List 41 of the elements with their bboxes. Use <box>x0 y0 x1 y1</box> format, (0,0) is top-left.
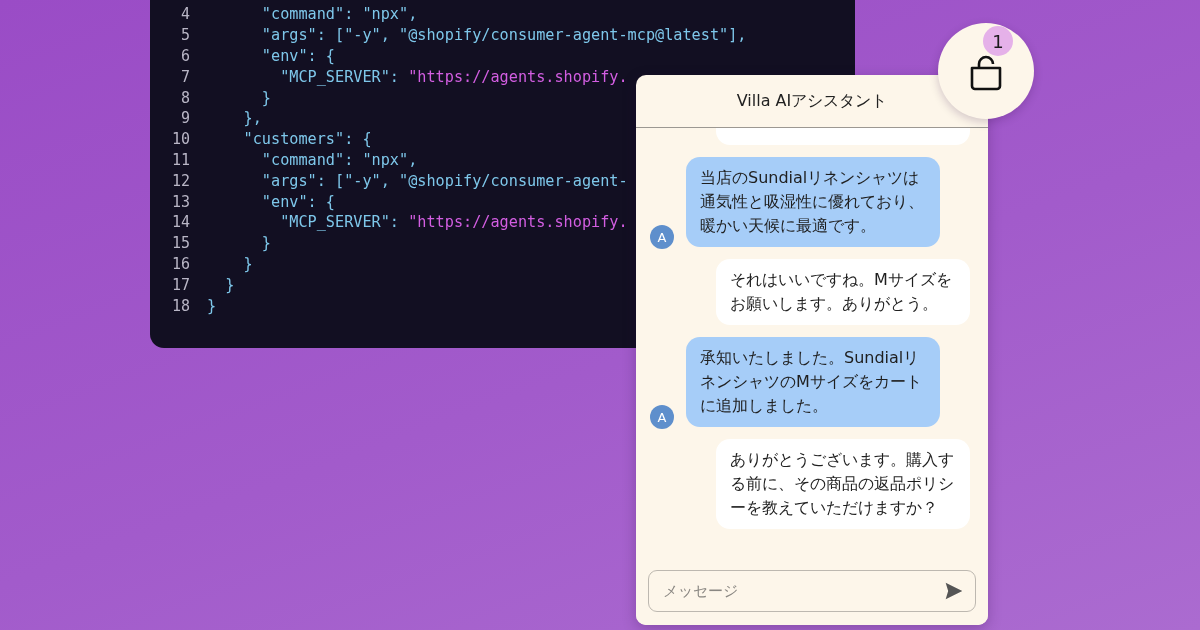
message-input[interactable]: メッセージ <box>648 570 976 612</box>
code-line: } <box>224 275 235 294</box>
chat-title: Villa AIアシスタント <box>736 90 888 112</box>
line-number: 14 <box>170 213 190 232</box>
avatar: A <box>650 405 674 429</box>
avatar: A <box>650 225 674 249</box>
line-number: 15 <box>170 234 190 253</box>
message-bubble: ありがとうございます。購入する前に、その商品の返品ポリシーを教えていただけますか？ <box>716 439 970 529</box>
message-bubble: それはいいですね。Mサイズをお願いします。ありがとう。 <box>716 259 970 325</box>
line-number: 18 <box>170 296 190 315</box>
code-line: "command": "npx", <box>260 150 418 169</box>
message-bubble: 承知いたしました。SundialリネンシャツのMサイズをカートに追加しました。 <box>686 337 940 427</box>
code-line: "env": { <box>260 47 335 65</box>
code-line: } <box>260 234 271 253</box>
line-number: 17 <box>170 275 190 294</box>
line-number: 8 <box>179 88 190 107</box>
code-line: } <box>242 254 253 273</box>
send-icon[interactable] <box>944 581 964 601</box>
code-line: "MCP_SERVER": "https://agents.shopify. <box>279 67 628 86</box>
line-number: 9 <box>179 109 190 128</box>
code-line: "MCP_SERVER": "https://agents.shopify. <box>279 213 628 232</box>
line-number: 6 <box>179 47 190 65</box>
code-line: "customers": { <box>242 130 372 149</box>
line-number: 10 <box>170 130 190 149</box>
code-line: "args": ["-y", "@shopify/consumer-agent-mcp@latest"], <box>260 26 747 45</box>
line-number: 13 <box>170 192 190 211</box>
line-number: 12 <box>170 171 190 190</box>
message-bubble: 当店のSundialリネンシャツは通気性と吸湿性に優れており、暖かい天候に最適です。 <box>686 157 940 247</box>
cart-button[interactable]: 1 <box>938 23 1034 119</box>
code-line: }, <box>242 109 262 128</box>
code-line: "command": "npx", <box>260 5 418 24</box>
line-number: 16 <box>170 254 190 273</box>
code-line: "args": ["-y", "@shopify/consumer-agent- <box>260 171 628 190</box>
cart-count-badge: 1 <box>983 26 1013 56</box>
line-number: 5 <box>179 26 190 45</box>
code-line: } <box>260 88 271 107</box>
line-number: 7 <box>179 67 190 86</box>
line-number: 4 <box>179 5 190 24</box>
line-number: 11 <box>170 150 190 169</box>
code-line: "env": { <box>260 192 335 211</box>
code-line: } <box>207 296 217 315</box>
